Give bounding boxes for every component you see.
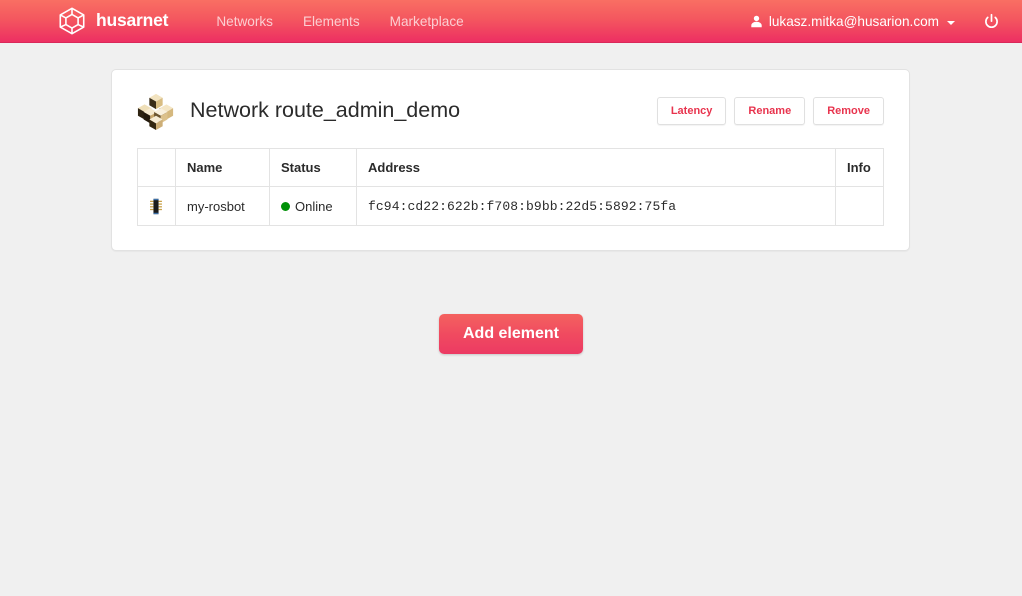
add-element-button[interactable]: Add element [438,314,583,354]
nav-item-networks[interactable]: Networks [201,0,288,43]
user-account-dropdown[interactable]: lukasz.mitka@husarion.com [740,2,965,41]
column-header-icon [137,148,176,187]
cell-device-info [835,186,884,226]
nav-item-elements[interactable]: Elements [288,0,375,43]
table-header-row: Name Status Address Info [137,148,884,187]
cube-hexagon-logo-icon [57,6,87,36]
panel-actions: Latency Rename Remove [656,97,884,125]
top-navbar: husarnet Networks Elements Marketplace l… [0,0,1022,43]
cell-device-address: fc94:cd22:622b:f708:b9bb:22d5:5892:75fa [356,186,836,226]
cell-device-name: my-rosbot [175,186,270,226]
user-icon [750,15,763,28]
nav-links: Networks Elements Marketplace [201,0,478,43]
column-header-info: Info [835,148,884,187]
nav-item-marketplace[interactable]: Marketplace [375,0,479,43]
page-body: Network route_admin_demo Latency Rename … [0,43,1022,596]
elements-table: Name Status Address Info my-rosbot Onlin… [137,148,884,226]
remove-button[interactable]: Remove [813,97,884,125]
brand-name: husarnet [96,10,169,31]
table-row[interactable]: my-rosbot Online fc94:cd22:622b:f708:b9b… [137,186,884,226]
rename-button[interactable]: Rename [734,97,806,125]
navbar-right-group: lukasz.mitka@husarion.com [740,0,1022,43]
logout-button[interactable] [965,1,1022,42]
column-header-name: Name [175,148,270,187]
column-header-address: Address [356,148,836,187]
user-email-label: lukasz.mitka@husarion.com [768,14,939,29]
status-online-dot-icon [281,201,290,211]
caret-down-icon [947,20,955,25]
latency-button[interactable]: Latency [656,97,727,125]
brand-logo-link[interactable]: husarnet [57,6,169,36]
add-element-row: Add element [0,314,1022,354]
network-cubes-icon [137,91,175,131]
cell-device-status: Online [269,186,357,226]
status-label: Online [295,198,333,214]
network-panel: Network route_admin_demo Latency Rename … [111,69,910,251]
microchip-icon [149,197,163,214]
panel-header: Network route_admin_demo Latency Rename … [137,89,884,133]
power-icon [983,13,1000,30]
device-icon-cell [137,186,176,226]
page-title: Network route_admin_demo [190,98,461,123]
column-header-status: Status [269,148,357,187]
